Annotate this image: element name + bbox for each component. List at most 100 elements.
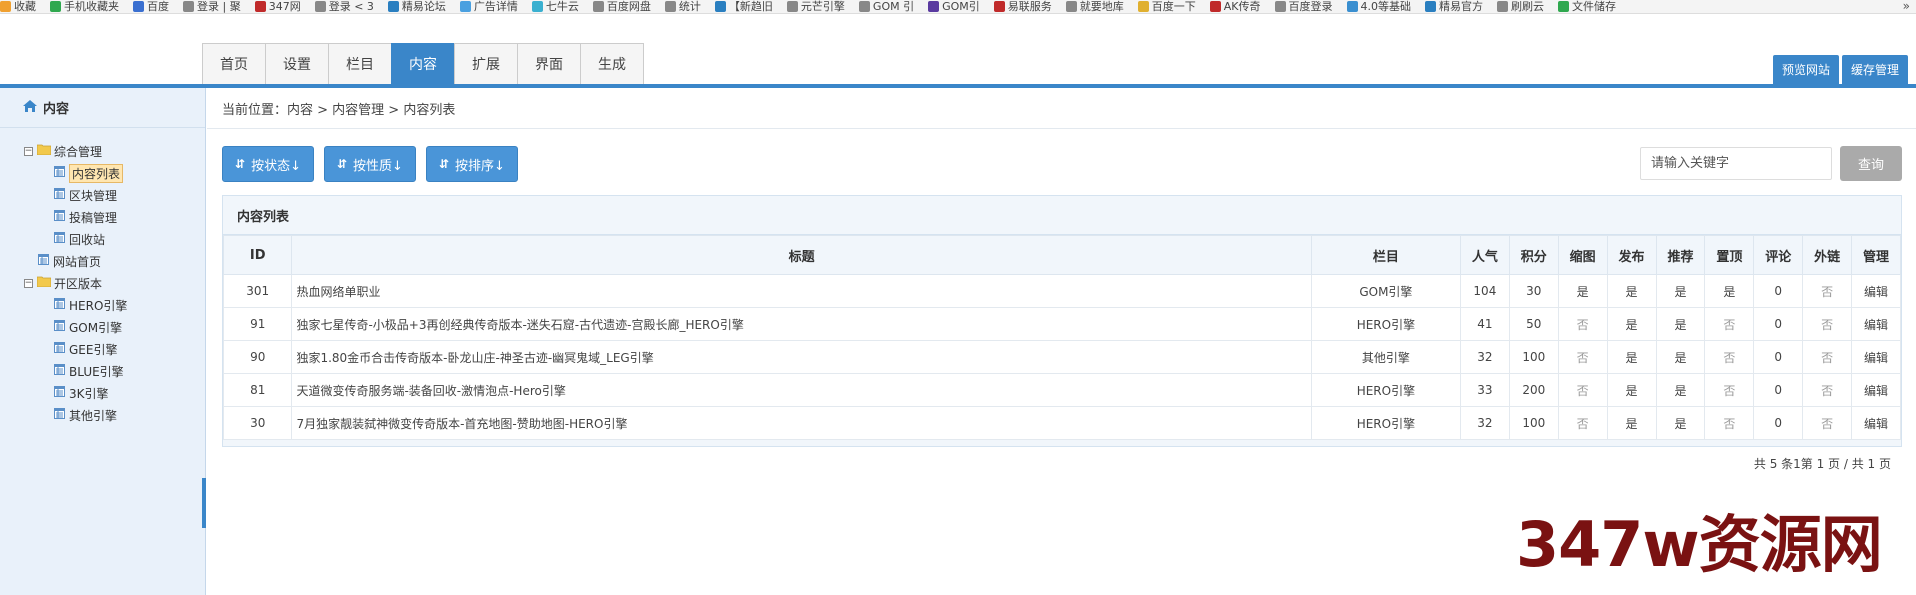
cell-title[interactable]: 独家七星传奇-小极品+3再创经典传奇版本-迷失石窟-古代遗迹-宫殿长廊_HERO… xyxy=(291,307,1312,341)
page-icon xyxy=(54,188,65,202)
bookmark-item[interactable]: 百度网盘 xyxy=(592,0,651,13)
keyword-search-input[interactable] xyxy=(1640,147,1832,180)
tree-item[interactable]: 3K引擎 xyxy=(24,382,205,404)
table-row: 301 热血网络单职业 GOM引擎 104 30 是是是是 0 否编辑 xyxy=(222,274,1901,308)
tree-item[interactable]: HERO引擎 xyxy=(24,294,205,316)
tree-item[interactable]: 回收站 xyxy=(24,228,205,250)
tree-item[interactable]: 区块管理 xyxy=(24,184,205,206)
bookmark-favicon-icon xyxy=(714,1,726,12)
collapse-icon[interactable]: − xyxy=(24,278,33,288)
bookmark-item[interactable]: 手机收藏夹 xyxy=(50,0,119,13)
tree-item[interactable]: BLUE引擎 xyxy=(24,360,205,382)
bookmark-item[interactable]: 登录 < 3 xyxy=(314,0,374,13)
cell-category: 其他引擎 xyxy=(1310,340,1461,374)
tree-item[interactable]: GOM引擎 xyxy=(24,316,205,338)
cell-recommend: 是 xyxy=(1655,373,1706,407)
bookmark-item[interactable]: 百度一下 xyxy=(1137,0,1196,13)
tree-item[interactable]: 投稿管理 xyxy=(24,206,205,228)
bookmark-label: 手机收藏夹 xyxy=(64,0,119,13)
bookmark-item[interactable]: GOM引 xyxy=(928,0,980,13)
cell-recommend: 是 xyxy=(1655,340,1706,374)
column-header: ID xyxy=(222,235,293,275)
cell-manage[interactable]: 编辑 xyxy=(1851,274,1901,308)
bookmark-label: 文件储存 xyxy=(1572,0,1617,13)
nav-tab-4[interactable]: 扩展 xyxy=(454,43,517,84)
bookmark-item[interactable]: 易联服务 xyxy=(993,0,1052,13)
tree-item[interactable]: 其他引擎 xyxy=(24,404,205,426)
cell-views: 41 xyxy=(1459,307,1510,341)
bookmark-item[interactable]: 就要地库 xyxy=(1065,0,1124,13)
filter-status-button[interactable]: ⇵ 按状态↓ xyxy=(222,146,314,182)
cell-manage[interactable]: 编辑 xyxy=(1851,340,1901,374)
bookmark-item[interactable]: 精易官方 xyxy=(1425,0,1483,13)
bookmark-item[interactable]: 百度登录 xyxy=(1274,0,1333,13)
cell-top: 否 xyxy=(1704,340,1755,374)
cell-title[interactable]: 7月独家靓装弑神微变传奇版本-首充地图-赞助地图-HERO引擎 xyxy=(291,406,1312,440)
preview-site-button[interactable]: 预览网站 xyxy=(1772,55,1839,84)
table-row: 91 独家七星传奇-小极品+3再创经典传奇版本-迷失石窟-古代遗迹-宫殿长廊_HE… xyxy=(222,307,1901,341)
query-button[interactable]: 查询 xyxy=(1840,146,1902,181)
cell-title[interactable]: 独家1.80金币合击传奇版本-卧龙山庄-神圣古迹-幽冥鬼域_LEG引擎 xyxy=(291,340,1312,374)
nav-tab-1[interactable]: 设置 xyxy=(265,43,328,84)
page-icon xyxy=(54,166,65,180)
cell-title[interactable]: 天道微变传奇服务端-装备回收-激情泡点-Hero引擎 xyxy=(291,373,1312,407)
cell-publish: 是 xyxy=(1606,307,1657,341)
collapse-icon[interactable]: − xyxy=(24,146,33,156)
bookmark-item[interactable]: 347网 xyxy=(254,0,301,13)
bookmarks-more-icon[interactable]: » xyxy=(1903,0,1910,13)
bookmark-label: 易联服务 xyxy=(1007,0,1052,13)
tree-group[interactable]: − 综合管理 xyxy=(24,140,205,162)
nav-tab-0[interactable]: 首页 xyxy=(202,43,265,84)
bookmark-item[interactable]: 精易论坛 xyxy=(387,0,446,13)
tree-item[interactable]: 内容列表 xyxy=(24,162,205,184)
column-header: 积分 xyxy=(1508,235,1559,275)
bookmark-item[interactable]: 收藏 xyxy=(0,0,36,13)
cell-points: 100 xyxy=(1508,406,1559,440)
cell-title[interactable]: 热血网络单职业 xyxy=(291,274,1312,308)
cell-thumb: 否 xyxy=(1557,373,1608,407)
cell-views: 32 xyxy=(1459,406,1510,440)
cell-views: 32 xyxy=(1459,340,1510,374)
bookmark-item[interactable]: 刷刷云 xyxy=(1497,0,1544,13)
bookmark-item[interactable]: 文件储存 xyxy=(1558,0,1617,13)
bookmark-item[interactable]: 元芒引擎 xyxy=(786,0,845,13)
cell-manage[interactable]: 编辑 xyxy=(1851,307,1901,341)
column-header: 标题 xyxy=(291,235,1312,275)
tree-item[interactable]: 网站首页 xyxy=(24,250,205,272)
bookmark-item[interactable]: 百度 xyxy=(133,0,169,13)
content-tree: − 综合管理内容列表 区块管理 投稿管理 回收站 网站首页 − 开区版本 HERO引擎 GOM引擎… xyxy=(0,128,205,426)
sort-arrows-icon: ⇵ xyxy=(235,157,246,171)
nav-tab-6[interactable]: 生成 xyxy=(580,43,644,84)
tree-group[interactable]: − 开区版本 xyxy=(24,272,205,294)
bookmark-item[interactable]: 【新趋旧 xyxy=(714,0,773,13)
cache-manage-button[interactable]: 缓存管理 xyxy=(1841,55,1908,84)
tree-group-label: 综合管理 xyxy=(54,144,103,159)
bookmark-item[interactable]: 广告详情 xyxy=(459,0,518,13)
bookmark-label: 【新趋旧 xyxy=(728,0,773,13)
bookmark-favicon-icon xyxy=(664,1,676,12)
tree-item-label: GOM引擎 xyxy=(69,320,123,335)
cell-top: 否 xyxy=(1704,373,1755,407)
sidebar-splitter[interactable] xyxy=(202,478,206,528)
nav-tab-3[interactable]: 内容 xyxy=(391,43,454,84)
bookmark-label: 百度一下 xyxy=(1151,0,1196,13)
filter-sort-button[interactable]: ⇵ 按排序↓ xyxy=(425,146,518,182)
cell-manage[interactable]: 编辑 xyxy=(1851,373,1901,407)
bookmark-item[interactable]: 七牛云 xyxy=(531,0,579,13)
bookmark-favicon-icon xyxy=(1425,1,1437,12)
bookmark-label: 百度网盘 xyxy=(606,0,651,13)
nav-tab-5[interactable]: 界面 xyxy=(517,43,580,84)
filter-nature-button[interactable]: ⇵ 按性质↓ xyxy=(323,146,416,182)
nav-tab-2[interactable]: 栏目 xyxy=(328,43,391,84)
bookmark-item[interactable]: AK传奇 xyxy=(1209,0,1261,13)
bookmark-item[interactable]: 统计 xyxy=(664,0,701,13)
bookmark-item[interactable]: 4.0等基础 xyxy=(1346,0,1411,13)
bookmark-label: GOM 引 xyxy=(872,0,915,13)
bookmark-favicon-icon xyxy=(858,1,870,12)
bookmark-item[interactable]: GOM 引 xyxy=(858,0,915,13)
tree-item[interactable]: GEE引擎 xyxy=(24,338,205,360)
cell-manage[interactable]: 编辑 xyxy=(1851,406,1901,440)
tree-item-label: BLUE引擎 xyxy=(69,364,124,379)
cell-comments: 0 xyxy=(1753,274,1804,308)
bookmark-item[interactable]: 登录 | 聚 xyxy=(183,0,241,13)
